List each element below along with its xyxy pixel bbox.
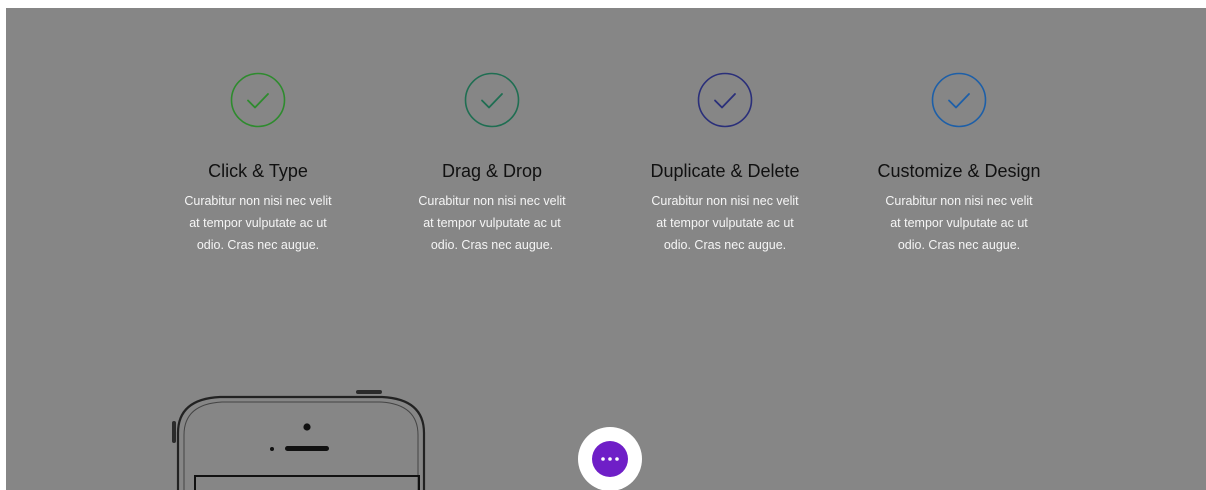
modal-overlay-backdrop: Click & Type Curabitur non nisi nec veli… [6,8,1206,490]
feature-title: Click & Type [208,161,308,181]
feature-description: Curabitur non nisi nec velit at tempor v… [418,194,566,252]
check-circle-icon [697,72,753,128]
feature-description: Curabitur non nisi nec velit at tempor v… [184,194,332,252]
phone-mockup-icon [172,390,426,490]
more-options-button[interactable] [578,427,642,490]
feature-description: Curabitur non nisi nec velit at tempor v… [885,194,1033,252]
feature-title: Duplicate & Delete [650,161,800,181]
feature-description: Curabitur non nisi nec velit at tempor v… [651,194,799,252]
check-circle-icon [230,72,286,128]
feature-title: Drag & Drop [441,161,543,181]
more-horizontal-icon [592,441,628,477]
feature-title: Customize & Design [877,161,1041,181]
check-circle-icon [931,72,987,128]
check-circle-icon [464,72,520,128]
